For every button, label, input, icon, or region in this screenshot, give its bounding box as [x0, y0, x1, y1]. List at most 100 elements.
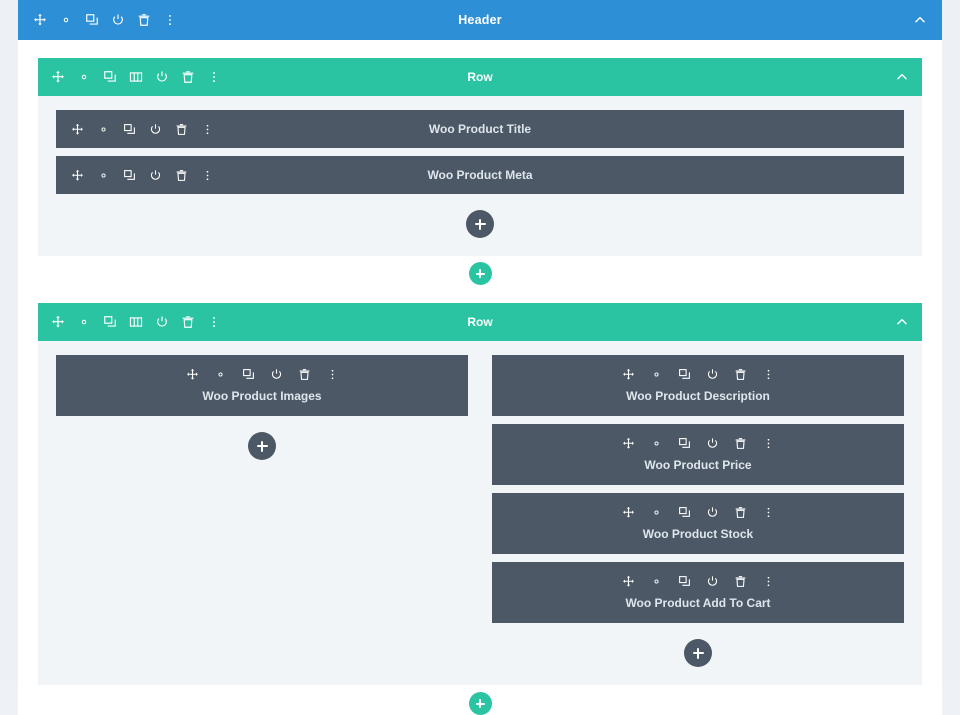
move-icon[interactable]: [70, 168, 85, 183]
module-toolbar: [66, 367, 458, 382]
power-icon[interactable]: [148, 168, 163, 183]
plus-icon: [256, 440, 268, 452]
kebab-icon[interactable]: [761, 436, 776, 451]
move-icon[interactable]: [32, 13, 47, 28]
module-toolbar: [70, 168, 215, 183]
duplicate-icon[interactable]: [84, 13, 99, 28]
module-label: Woo Product Description: [626, 389, 770, 403]
gear-icon[interactable]: [649, 436, 664, 451]
move-icon[interactable]: [621, 436, 636, 451]
row-header-bar-2[interactable]: Row: [38, 303, 922, 341]
kebab-icon[interactable]: [200, 122, 215, 137]
trash-icon[interactable]: [174, 122, 189, 137]
duplicate-icon[interactable]: [102, 315, 117, 330]
add-module-wrap-1: [56, 202, 904, 238]
kebab-icon[interactable]: [761, 505, 776, 520]
gear-icon[interactable]: [76, 70, 91, 85]
chevron-up-icon[interactable]: [894, 314, 910, 330]
move-icon[interactable]: [621, 367, 636, 382]
add-module-wrap-left: [56, 424, 468, 460]
power-icon[interactable]: [705, 367, 720, 382]
trash-icon[interactable]: [136, 13, 151, 28]
kebab-icon[interactable]: [200, 168, 215, 183]
move-icon[interactable]: [621, 505, 636, 520]
module-toolbar: [502, 574, 894, 589]
power-icon[interactable]: [705, 574, 720, 589]
duplicate-icon[interactable]: [677, 436, 692, 451]
gear-icon[interactable]: [213, 367, 228, 382]
row-toolbar-2: [50, 315, 221, 330]
duplicate-icon[interactable]: [241, 367, 256, 382]
add-row-button[interactable]: [468, 262, 492, 285]
move-icon[interactable]: [70, 122, 85, 137]
move-icon[interactable]: [185, 367, 200, 382]
power-icon[interactable]: [154, 70, 169, 85]
column-left: Woo Product Images: [56, 355, 468, 667]
trash-icon[interactable]: [180, 315, 195, 330]
trash-icon[interactable]: [180, 70, 195, 85]
section-header-bar[interactable]: Header: [18, 0, 942, 40]
module-woo-product-add-to-cart[interactable]: Woo Product Add To Cart: [492, 562, 904, 623]
duplicate-icon[interactable]: [102, 70, 117, 85]
gear-icon[interactable]: [96, 122, 111, 137]
power-icon[interactable]: [154, 315, 169, 330]
kebab-icon[interactable]: [761, 574, 776, 589]
trash-icon[interactable]: [174, 168, 189, 183]
power-icon[interactable]: [705, 436, 720, 451]
gear-icon[interactable]: [76, 315, 91, 330]
chevron-up-icon[interactable]: [894, 69, 910, 85]
kebab-icon[interactable]: [325, 367, 340, 382]
module-woo-product-images[interactable]: Woo Product Images: [56, 355, 468, 416]
add-module-wrap-right: [492, 631, 904, 667]
module-toolbar: [502, 505, 894, 520]
column-grid: Woo Product Images Woo Product Descripti…: [56, 355, 904, 667]
gear-icon[interactable]: [649, 574, 664, 589]
move-icon[interactable]: [50, 70, 65, 85]
duplicate-icon[interactable]: [677, 367, 692, 382]
column-right: Woo Product Description Woo Product Pric…: [492, 355, 904, 667]
columns-icon[interactable]: [128, 315, 143, 330]
add-row-button[interactable]: [468, 692, 492, 715]
trash-icon[interactable]: [733, 505, 748, 520]
duplicate-icon[interactable]: [122, 122, 137, 137]
add-module-button[interactable]: [466, 210, 494, 238]
row-header-bar-1[interactable]: Row: [38, 58, 922, 96]
duplicate-icon[interactable]: [677, 505, 692, 520]
row-body-2: Woo Product Images Woo Product Descripti…: [38, 341, 922, 685]
module-label: Woo Product Add To Cart: [625, 596, 771, 610]
kebab-icon[interactable]: [206, 315, 221, 330]
plus-icon: [475, 699, 485, 708]
row-container-1: Row Woo Product Title Woo Product Meta: [38, 58, 922, 256]
module-woo-product-stock[interactable]: Woo Product Stock: [492, 493, 904, 554]
gear-icon[interactable]: [58, 13, 73, 28]
module-woo-product-description[interactable]: Woo Product Description: [492, 355, 904, 416]
power-icon[interactable]: [148, 122, 163, 137]
duplicate-icon[interactable]: [122, 168, 137, 183]
trash-icon[interactable]: [733, 367, 748, 382]
power-icon[interactable]: [269, 367, 284, 382]
duplicate-icon[interactable]: [677, 574, 692, 589]
power-icon[interactable]: [705, 505, 720, 520]
add-module-button[interactable]: [248, 432, 276, 460]
move-icon[interactable]: [50, 315, 65, 330]
power-icon[interactable]: [110, 13, 125, 28]
chevron-up-icon[interactable]: [912, 12, 928, 28]
move-icon[interactable]: [621, 574, 636, 589]
module-label: Woo Product Price: [644, 458, 752, 472]
gear-icon[interactable]: [96, 168, 111, 183]
kebab-icon[interactable]: [206, 70, 221, 85]
module-woo-product-title[interactable]: Woo Product Title: [56, 110, 904, 148]
add-module-button[interactable]: [684, 639, 712, 667]
trash-icon[interactable]: [733, 436, 748, 451]
gear-icon[interactable]: [649, 505, 664, 520]
module-woo-product-price[interactable]: Woo Product Price: [492, 424, 904, 485]
trash-icon[interactable]: [297, 367, 312, 382]
kebab-icon[interactable]: [162, 13, 177, 28]
plus-icon: [474, 218, 486, 230]
columns-icon[interactable]: [128, 70, 143, 85]
gear-icon[interactable]: [649, 367, 664, 382]
trash-icon[interactable]: [733, 574, 748, 589]
module-woo-product-meta[interactable]: Woo Product Meta: [56, 156, 904, 194]
kebab-icon[interactable]: [761, 367, 776, 382]
section-container: Header Row Woo Product Title Woo Product…: [18, 0, 942, 715]
